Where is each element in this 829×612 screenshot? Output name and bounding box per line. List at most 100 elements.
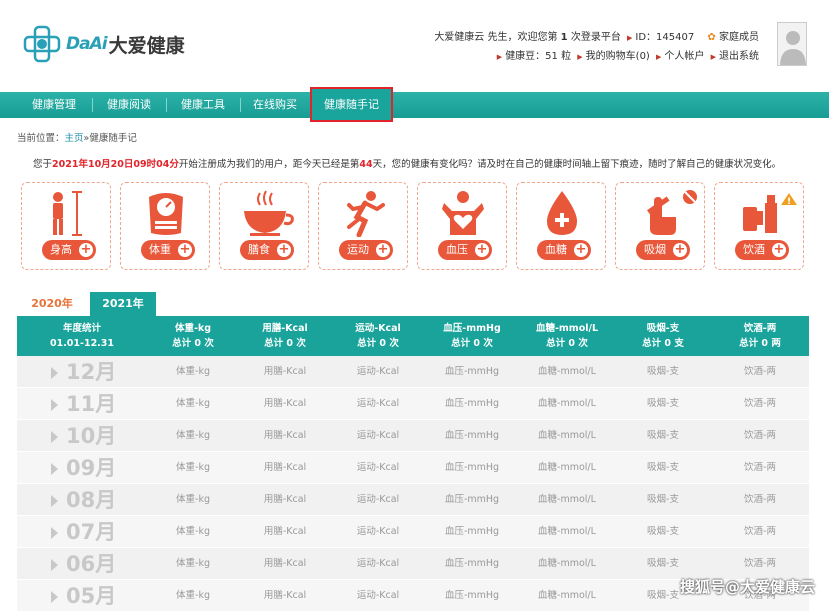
cell-smoking[interactable]: 吸烟-支 — [615, 484, 711, 515]
table-row[interactable]: 09月体重-kg用膳-Kcal运动-Kcal血压-mmHg血糖-mmol/L吸烟… — [17, 452, 809, 484]
card-blood-sugar[interactable]: 血糖+ — [516, 182, 606, 270]
cell-smoking[interactable]: 吸烟-支 — [615, 420, 711, 451]
cell-diet[interactable]: 用膳-Kcal — [239, 548, 331, 579]
table-row[interactable]: 11月体重-kg用膳-Kcal运动-Kcal血压-mmHg血糖-mmol/L吸烟… — [17, 388, 809, 420]
tab-year-2020[interactable]: 2020年 — [17, 292, 87, 316]
cell-weight[interactable]: 体重-kg — [147, 420, 239, 451]
card-blood-pressure[interactable]: 血压+ — [417, 182, 507, 270]
cell-diet[interactable]: 用膳-Kcal — [239, 516, 331, 547]
cell-weight[interactable]: 体重-kg — [147, 484, 239, 515]
card-weight[interactable]: 体重+ — [120, 182, 210, 270]
cell-blood-pressure[interactable]: 血压-mmHg — [425, 580, 519, 611]
card-diet-button[interactable]: 膳食+ — [240, 240, 294, 260]
card-drinking[interactable]: ! 饮酒+ — [714, 182, 804, 270]
cell-blood-sugar[interactable]: 血糖-mmol/L — [519, 356, 615, 387]
card-exercise[interactable]: 运动+ — [318, 182, 408, 270]
cell-blood-sugar[interactable]: 血糖-mmol/L — [519, 452, 615, 483]
cell-smoking[interactable]: 吸烟-支 — [615, 356, 711, 387]
cell-blood-pressure[interactable]: 血压-mmHg — [425, 452, 519, 483]
card-weight-button[interactable]: 体重+ — [141, 240, 195, 260]
month-cell[interactable]: 09月 — [17, 452, 147, 483]
card-smoking-button[interactable]: 吸烟+ — [636, 240, 690, 260]
month-cell[interactable]: 05月 — [17, 580, 147, 611]
cell-diet[interactable]: 用膳-Kcal — [239, 580, 331, 611]
table-row[interactable]: 08月体重-kg用膳-Kcal运动-Kcal血压-mmHg血糖-mmol/L吸烟… — [17, 484, 809, 516]
cell-drinking[interactable]: 饮酒-两 — [711, 516, 809, 547]
month-cell[interactable]: 10月 — [17, 420, 147, 451]
cell-exercise[interactable]: 运动-Kcal — [331, 580, 425, 611]
cell-exercise[interactable]: 运动-Kcal — [331, 452, 425, 483]
avatar[interactable] — [777, 22, 807, 66]
registration-notice: 您于2021年10月20日09时04分开始注册成为我们的用户，距今天已经是第44… — [33, 156, 781, 170]
cell-weight[interactable]: 体重-kg — [147, 452, 239, 483]
card-diet[interactable]: 膳食+ — [219, 182, 309, 270]
card-smoking[interactable]: 吸烟+ — [615, 182, 705, 270]
cell-drinking[interactable]: 饮酒-两 — [711, 484, 809, 515]
card-height-button[interactable]: 身高+ — [42, 240, 96, 260]
month-cell[interactable]: 08月 — [17, 484, 147, 515]
cell-diet[interactable]: 用膳-Kcal — [239, 420, 331, 451]
nav-item-health-tools[interactable]: 健康工具 — [168, 92, 238, 118]
nav-item-health-notes[interactable]: 健康随手记 — [310, 87, 393, 122]
month-cell[interactable]: 06月 — [17, 548, 147, 579]
cell-diet[interactable]: 用膳-Kcal — [239, 452, 331, 483]
cell-smoking[interactable]: 吸烟-支 — [615, 452, 711, 483]
card-blood-pressure-button[interactable]: 血压+ — [438, 240, 492, 260]
month-cell[interactable]: 07月 — [17, 516, 147, 547]
cell-smoking[interactable]: 吸烟-支 — [615, 388, 711, 419]
cell-exercise[interactable]: 运动-Kcal — [331, 548, 425, 579]
cell-blood-sugar[interactable]: 血糖-mmol/L — [519, 484, 615, 515]
cell-blood-pressure[interactable]: 血压-mmHg — [425, 388, 519, 419]
cell-diet[interactable]: 用膳-Kcal — [239, 484, 331, 515]
cell-smoking[interactable]: 吸烟-支 — [615, 516, 711, 547]
cell-drinking[interactable]: 饮酒-两 — [711, 452, 809, 483]
nav-item-health-management[interactable]: 健康管理 — [18, 92, 90, 118]
cell-drinking[interactable]: 饮酒-两 — [711, 548, 809, 579]
cell-blood-sugar[interactable]: 血糖-mmol/L — [519, 388, 615, 419]
cell-exercise[interactable]: 运动-Kcal — [331, 388, 425, 419]
cell-weight[interactable]: 体重-kg — [147, 388, 239, 419]
nav-item-online-purchase[interactable]: 在线购买 — [242, 92, 308, 118]
table-row[interactable]: 07月体重-kg用膳-Kcal运动-Kcal血压-mmHg血糖-mmol/L吸烟… — [17, 516, 809, 548]
breadcrumb-home-link[interactable]: 主页 — [65, 133, 84, 144]
cell-blood-sugar[interactable]: 血糖-mmol/L — [519, 548, 615, 579]
card-exercise-button[interactable]: 运动+ — [339, 240, 393, 260]
cell-blood-pressure[interactable]: 血压-mmHg — [425, 484, 519, 515]
table-row[interactable]: 10月体重-kg用膳-Kcal运动-Kcal血压-mmHg血糖-mmol/L吸烟… — [17, 420, 809, 452]
cell-weight[interactable]: 体重-kg — [147, 516, 239, 547]
cell-drinking[interactable]: 饮酒-两 — [711, 356, 809, 387]
cell-blood-sugar[interactable]: 血糖-mmol/L — [519, 580, 615, 611]
month-cell[interactable]: 11月 — [17, 388, 147, 419]
cell-exercise[interactable]: 运动-Kcal — [331, 356, 425, 387]
cell-diet[interactable]: 用膳-Kcal — [239, 388, 331, 419]
tab-year-2021[interactable]: 2021年 — [90, 292, 156, 316]
record-cards: 身高+ 体重+ 膳食+ 运动+ — [21, 182, 811, 270]
logout-link[interactable]: 退出系统 — [719, 51, 759, 62]
card-height[interactable]: 身高+ — [21, 182, 111, 270]
cell-exercise[interactable]: 运动-Kcal — [331, 484, 425, 515]
cell-blood-sugar[interactable]: 血糖-mmol/L — [519, 420, 615, 451]
cell-diet[interactable]: 用膳-Kcal — [239, 356, 331, 387]
cell-blood-sugar[interactable]: 血糖-mmol/L — [519, 516, 615, 547]
cell-drinking[interactable]: 饮酒-两 — [711, 420, 809, 451]
cell-exercise[interactable]: 运动-Kcal — [331, 420, 425, 451]
cell-weight[interactable]: 体重-kg — [147, 580, 239, 611]
month-cell[interactable]: 12月 — [17, 356, 147, 387]
cell-weight[interactable]: 体重-kg — [147, 356, 239, 387]
cell-exercise[interactable]: 运动-Kcal — [331, 516, 425, 547]
nav-item-health-reading[interactable]: 健康阅读 — [94, 92, 164, 118]
site-logo[interactable]: DaAi 大爱健康 — [22, 24, 185, 64]
cart-link[interactable]: 我的购物车(0) — [586, 51, 650, 62]
family-members-link[interactable]: 家庭成员 — [719, 32, 759, 43]
account-link[interactable]: 个人帐户 — [664, 51, 704, 62]
card-drinking-button[interactable]: 饮酒+ — [735, 240, 789, 260]
table-row[interactable]: 12月体重-kg用膳-Kcal运动-Kcal血压-mmHg血糖-mmol/L吸烟… — [17, 356, 809, 388]
cell-blood-pressure[interactable]: 血压-mmHg — [425, 516, 519, 547]
cell-drinking[interactable]: 饮酒-两 — [711, 388, 809, 419]
cell-blood-pressure[interactable]: 血压-mmHg — [425, 420, 519, 451]
cell-blood-pressure[interactable]: 血压-mmHg — [425, 548, 519, 579]
cell-smoking[interactable]: 吸烟-支 — [615, 548, 711, 579]
cell-weight[interactable]: 体重-kg — [147, 548, 239, 579]
card-blood-sugar-button[interactable]: 血糖+ — [537, 240, 591, 260]
cell-blood-pressure[interactable]: 血压-mmHg — [425, 356, 519, 387]
